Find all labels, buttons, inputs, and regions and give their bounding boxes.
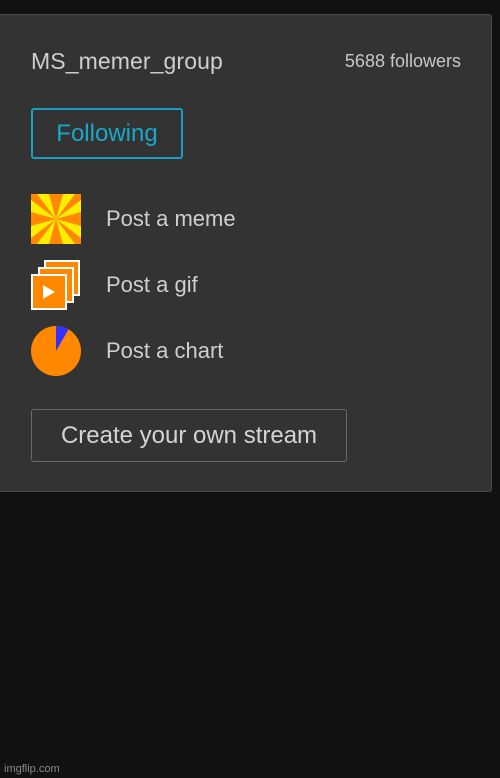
watermark: imgflip.com xyxy=(4,763,60,775)
following-button[interactable]: Following xyxy=(31,108,183,159)
create-stream-button[interactable]: Create your own stream xyxy=(31,409,347,462)
gif-stack-icon xyxy=(31,260,80,310)
pie-chart-icon xyxy=(31,326,81,376)
post-chart-label: Post a chart xyxy=(106,338,224,363)
meme-pinwheel-icon xyxy=(31,194,81,244)
post-chart-button[interactable]: Post a chart xyxy=(31,326,223,376)
group-name[interactable]: MS_memer_group xyxy=(31,48,223,75)
stream-panel: MS_memer_group 5688 followers Following … xyxy=(0,14,492,492)
followers-count: 5688 followers xyxy=(344,51,461,71)
post-gif-label: Post a gif xyxy=(106,272,198,297)
post-gif-button[interactable]: Post a gif xyxy=(31,260,198,310)
post-meme-label: Post a meme xyxy=(106,206,236,231)
post-meme-button[interactable]: Post a meme xyxy=(31,194,236,244)
